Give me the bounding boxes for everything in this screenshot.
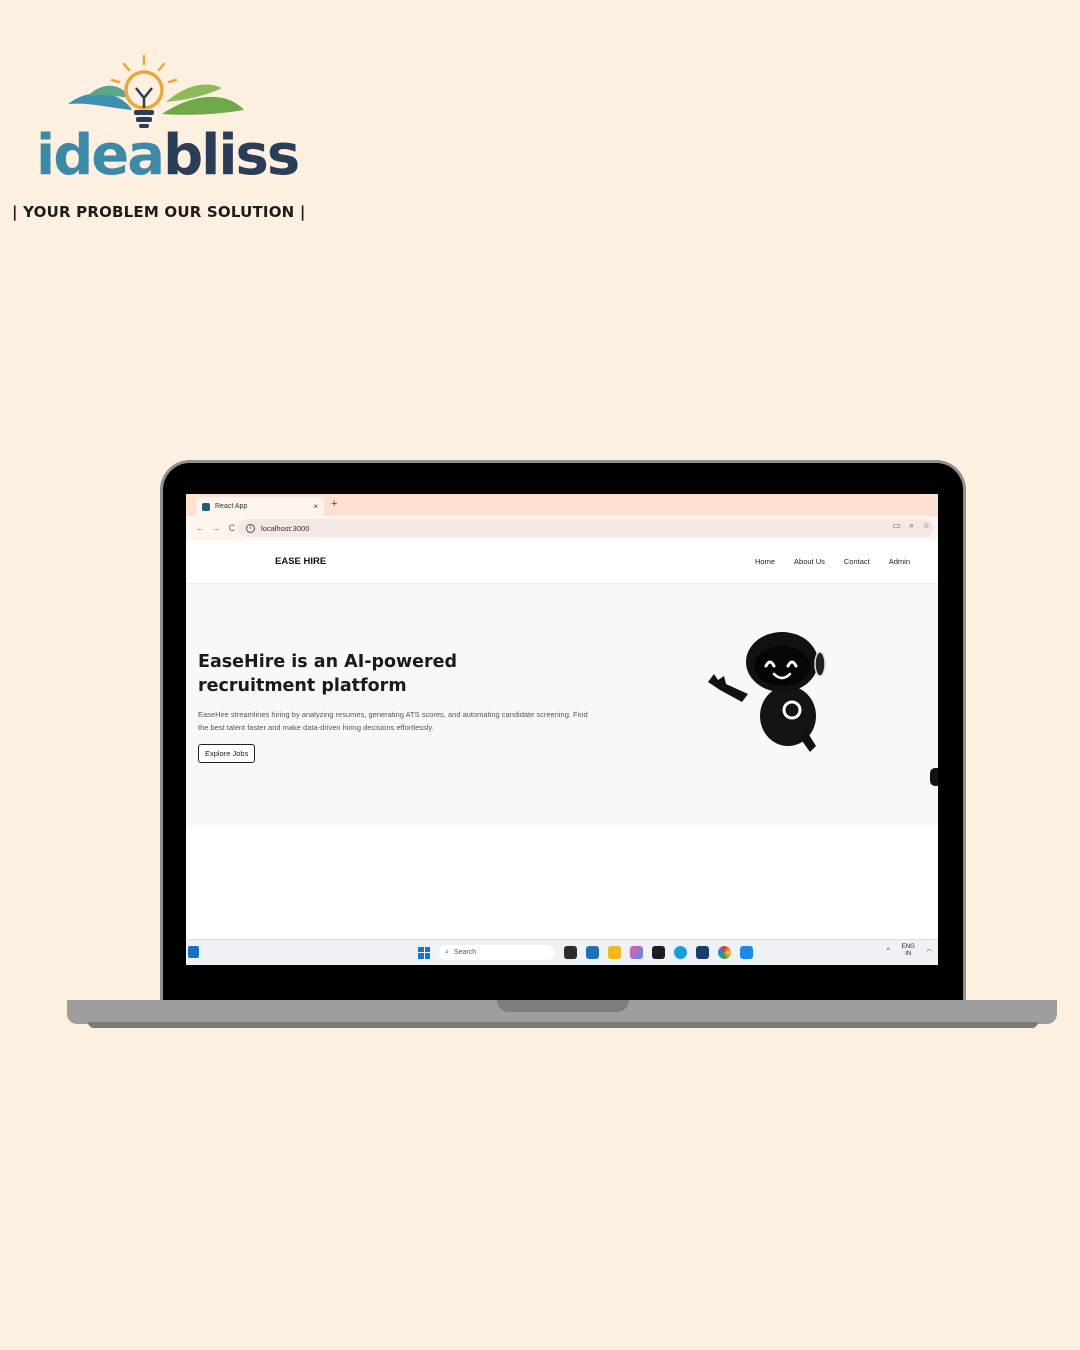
file-explorer-icon[interactable] <box>608 946 621 959</box>
bookmark-star-icon[interactable]: ☆ <box>923 521 930 531</box>
url-field[interactable]: i localhost:3000 <box>238 519 934 537</box>
favicon-icon <box>202 502 210 511</box>
site-info-icon[interactable]: i <box>246 523 255 533</box>
forward-arrow-icon[interactable]: → <box>208 523 224 533</box>
tab-close-icon[interactable]: × <box>313 502 318 511</box>
explore-jobs-button[interactable]: Explore Jobs <box>198 744 256 763</box>
chrome-icon[interactable] <box>718 946 731 959</box>
vscode-icon[interactable] <box>740 946 753 959</box>
browser-tab-bar: React App × + <box>186 494 938 516</box>
nav-about[interactable]: About Us <box>794 557 825 566</box>
logo-wordmark: ideabliss <box>36 123 300 188</box>
taskbar-apps: ⌕ Search <box>418 945 753 960</box>
language-indicator[interactable]: ENG IN <box>902 944 915 958</box>
nav-links: Home About Us Contact Admin <box>755 557 910 566</box>
tagline: | YOUR PROBLEM OUR SOLUTION | <box>12 203 306 221</box>
browser-tab[interactable]: React App × <box>196 497 324 516</box>
hero-title: EaseHire is an AI-powered recruitment pl… <box>198 652 458 696</box>
install-app-icon[interactable]: ▭ <box>893 521 901 531</box>
tray-caret-icon[interactable]: ^ <box>887 948 890 954</box>
search-icon: ⌕ <box>445 948 449 956</box>
logo-word-idea: idea <box>36 123 165 188</box>
hero-description: EaseHire streamlines hiring by analyzing… <box>198 710 588 732</box>
task-view-icon[interactable] <box>564 946 577 959</box>
site-navbar: EASE HIRE Home About Us Contact Admin <box>186 540 938 584</box>
copilot-icon[interactable] <box>630 946 643 959</box>
dropbox-icon[interactable] <box>652 946 665 959</box>
tab-title: React App <box>215 503 248 510</box>
page-blank-area <box>186 826 938 938</box>
wifi-icon[interactable]: ◠ <box>927 948 932 955</box>
store-icon[interactable] <box>586 946 599 959</box>
new-tab-button[interactable]: + <box>331 498 337 510</box>
system-tray: ^ ENG IN ◠ <box>887 944 932 958</box>
hero-section: EaseHire is an AI-powered recruitment pl… <box>186 584 938 826</box>
nav-admin[interactable]: Admin <box>889 557 910 566</box>
nav-contact[interactable]: Contact <box>844 557 870 566</box>
zoom-icon[interactable]: ⌕ <box>909 521 913 531</box>
edge-icon[interactable] <box>674 946 687 959</box>
laptop-base-lip <box>88 1022 1038 1028</box>
address-bar-actions: ▭ ⌕ ☆ <box>893 521 930 531</box>
laptop-notch <box>497 1000 629 1012</box>
robot-mascot <box>708 632 826 752</box>
app-icon[interactable] <box>696 946 709 959</box>
nav-home[interactable]: Home <box>755 557 775 566</box>
lang-line2: IN <box>905 951 912 957</box>
taskbar-search-label: Search <box>453 949 477 956</box>
scroll-handle[interactable] <box>930 768 938 786</box>
taskbar-search[interactable]: ⌕ Search <box>439 945 555 960</box>
browser-address-bar: ← → C i localhost:3000 ▭ ⌕ ☆ <box>186 516 938 540</box>
laptop-screen: React App × + ← → C i localhost:3000 ▭ ⌕… <box>186 494 938 965</box>
widgets-icon[interactable] <box>188 946 199 958</box>
windows-taskbar: ⌕ Search ^ ENG IN ◠ <box>186 939 938 965</box>
back-arrow-icon[interactable]: ← <box>192 523 208 533</box>
windows-start-icon[interactable] <box>418 946 430 959</box>
lang-line1: ENG <box>901 944 915 950</box>
site-brand[interactable]: EASE HIRE <box>275 556 326 567</box>
logo-word-bliss: bliss <box>163 123 300 188</box>
url-text: localhost:3000 <box>261 523 310 533</box>
